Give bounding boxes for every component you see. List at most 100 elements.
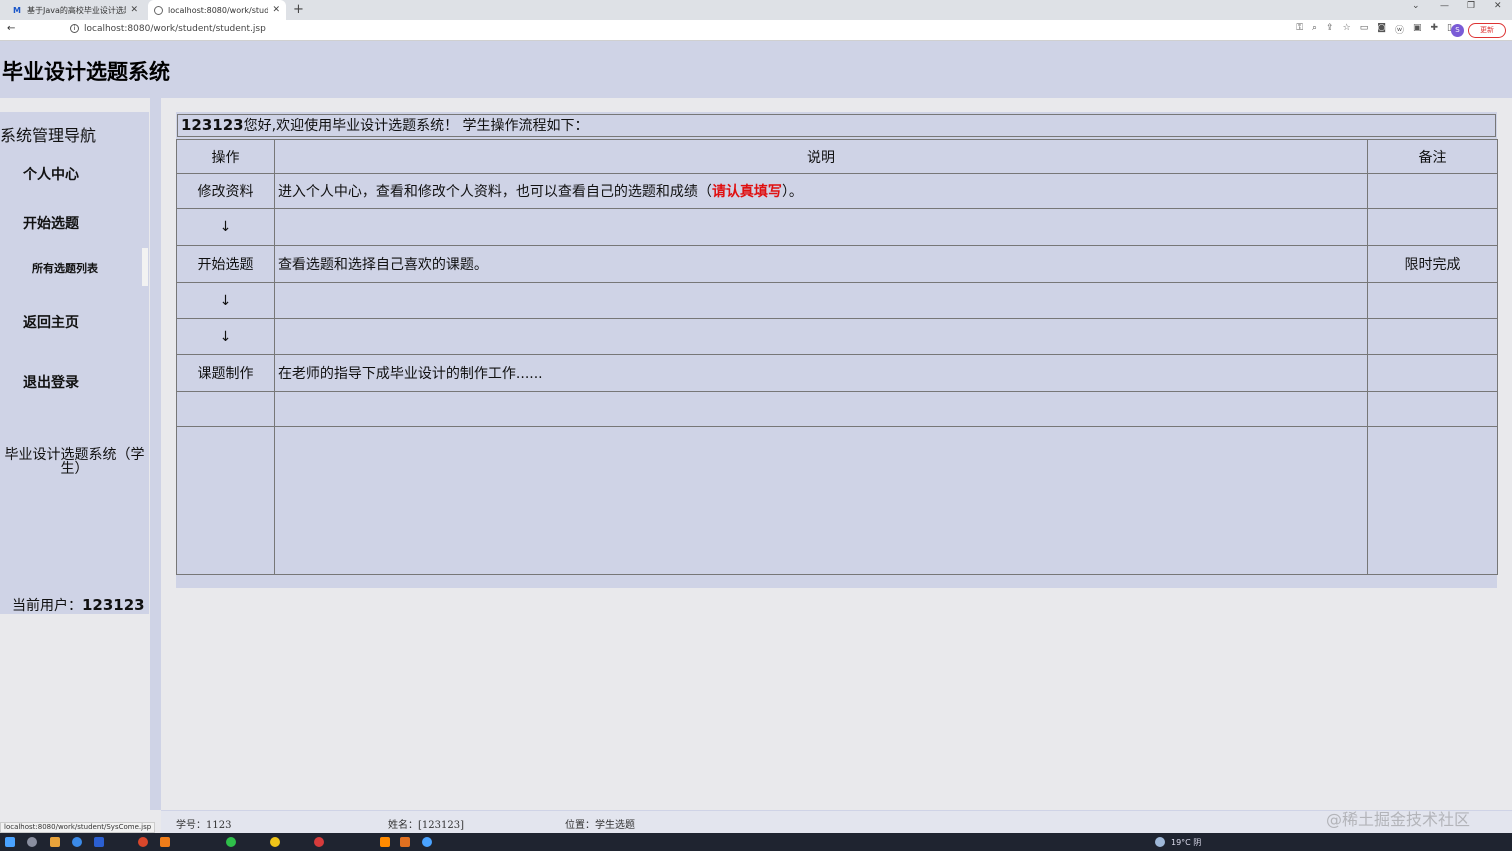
cloud-icon [1155,837,1165,847]
page-title: 毕业设计选题系统 [2,60,170,84]
back-icon[interactable]: ← [7,23,15,34]
table-row: 修改资料 进入个人中心，查看和修改个人资料，也可以查看自己的选题和成绩（请认真填… [176,173,1498,209]
avatar[interactable]: S [1451,24,1464,37]
cell-description [273,208,1369,246]
wechat-icon[interactable] [226,837,236,847]
taskbar-weather: 19°C 阴 [1171,838,1202,847]
cell-remark [1367,391,1498,427]
desc-text: 进入个人中心，查看和修改个人资料，也可以查看自己的选题和成绩（ [277,184,712,200]
table-row [176,426,1498,575]
update-button[interactable]: 更新 [1468,23,1506,38]
status-footer: 学号：1123 姓名：[123123] 位置：学生选题 [161,810,1512,833]
windows-start-icon[interactable] [5,837,15,847]
column-header-description: 说明 [273,139,1369,174]
search-icon[interactable] [27,837,37,847]
cell-remark: 限时完成 [1367,245,1498,283]
sidebar [0,112,149,614]
cell-description [273,391,1369,427]
taskbar: 19°C 阴 [0,833,1512,851]
current-user-value: 123123 [82,596,145,614]
sidebar-item-personal-center[interactable]: 个人中心 [23,164,79,184]
table-header-row: 操作 说明 备注 [176,139,1498,174]
sidebar-item-logout[interactable]: 退出登录 [23,372,79,392]
cell-operation [176,391,275,427]
app-icon[interactable] [50,837,60,847]
welcome-banner: 123123您好,欢迎使用毕业设计选题系统！ 学生操作流程如下： [177,114,1496,137]
cell-description: 进入个人中心，查看和修改个人资料，也可以查看自己的选题和成绩（请认真填写）。 [273,173,1369,209]
browser-tab-bar: M 基于Java的高校毕业设计选题管 ✕ localhost:8080/work… [0,0,1512,20]
footer-location: 位置：学生选题 [565,820,635,831]
cell-description: 查看选题和选择自己喜欢的课题。 [273,245,1369,283]
app-icon[interactable] [380,837,390,847]
app-icon[interactable] [270,837,280,847]
new-tab-icon[interactable]: + [293,2,304,17]
table-row: 课题制作 在老师的指导下成毕业设计的制作工作...... [176,354,1498,392]
cell-description [273,426,1369,575]
sidebar-item-home[interactable]: 返回主页 [23,312,79,332]
sidebar-item-all-topics[interactable]: 所有选题列表 [32,260,98,276]
browser-tab-2[interactable]: localhost:8080/work/student/ ✕ [148,0,286,20]
desc-highlight: 请认真填写 [711,184,782,200]
restore-icon[interactable]: ❐ [1467,1,1475,11]
toolbar-icons: ⚿ ⌕ ⇪ ☆ ▭ ◙ ⓦ ▣ ✚ ▯ [1296,23,1452,36]
chrome-icon[interactable] [72,837,82,847]
welcome-text: 您好,欢迎使用毕业设计选题系统！ 学生操作流程如下： [243,118,589,134]
process-table: 操作 说明 备注 修改资料 进入个人中心，查看和修改个人资料，也可以查看自己的选… [176,139,1498,575]
cell-operation-arrow: ↓ [176,282,275,319]
cell-description [273,318,1369,355]
cell-operation: 修改资料 [176,173,275,209]
cell-operation-arrow: ↓ [176,208,275,246]
tab-title: 基于Java的高校毕业设计选题管 [27,5,126,15]
page-header [0,41,1512,98]
cell-remark [1367,173,1498,209]
tab-search-icon[interactable]: ⌄ [1412,1,1420,11]
url-text[interactable]: localhost:8080/work/student/student.jsp [84,24,266,34]
welcome-user: 123123 [181,116,244,134]
ide-icon[interactable] [94,837,104,847]
table-row: ↓ [176,282,1498,319]
current-user-label: 当前用户： [12,598,82,614]
cell-operation: 课题制作 [176,354,275,392]
puzzle-icon[interactable]: ✚ [1431,23,1439,36]
share-icon[interactable]: ⇪ [1326,23,1334,36]
sidebar-system-name: 毕业设计选题系统（学生） [4,447,145,477]
image-icon[interactable]: ▣ [1413,23,1422,36]
column-header-operation: 操作 [176,139,275,174]
camera-icon[interactable]: ◙ [1377,23,1386,36]
cell-description [273,282,1369,319]
cell-operation-arrow: ↓ [176,318,275,355]
app-icon[interactable] [314,837,324,847]
app-icon[interactable] [138,837,148,847]
info-icon[interactable]: i [70,24,79,33]
footer-name: 姓名：[123123] [388,820,464,831]
cell-remark [1367,426,1498,575]
cell-operation: 开始选题 [176,245,275,283]
column-header-remark: 备注 [1367,139,1498,174]
footer-student-id: 学号：1123 [176,820,232,831]
frame-divider[interactable] [150,98,161,810]
cell-remark [1367,354,1498,392]
sidebar-item-start-topic[interactable]: 开始选题 [23,213,79,233]
cell-operation [176,426,275,575]
star-icon[interactable]: ☆ [1343,23,1351,36]
close-icon[interactable]: ✕ [130,5,138,15]
status-bar-url: localhost:8080/work/student/SysCome.jsp [0,822,156,833]
current-user: 当前用户：123123 [12,595,145,615]
desc-text-end: ）。 [781,184,803,200]
app-icon[interactable] [422,837,432,847]
address-bar: ← i localhost:8080/work/student/student.… [0,20,1512,41]
minimize-icon[interactable]: — [1440,1,1449,11]
window-close-icon[interactable]: ✕ [1494,1,1502,11]
extension-w-icon[interactable]: ⓦ [1395,23,1404,36]
app-icon[interactable] [160,837,170,847]
sidebar-scrollbar[interactable] [142,248,148,286]
key-icon[interactable]: ⚿ [1296,23,1303,36]
zoom-icon[interactable]: ⌕ [1312,23,1317,36]
browser-tab-1[interactable]: M 基于Java的高校毕业设计选题管 ✕ [6,0,144,20]
app-icon[interactable] [400,837,410,847]
sidebar-heading: 系统管理导航 [0,126,97,145]
cell-remark [1367,318,1498,355]
close-icon[interactable]: ✕ [272,5,280,15]
cast-icon[interactable]: ▭ [1360,23,1369,36]
cell-remark [1367,208,1498,246]
